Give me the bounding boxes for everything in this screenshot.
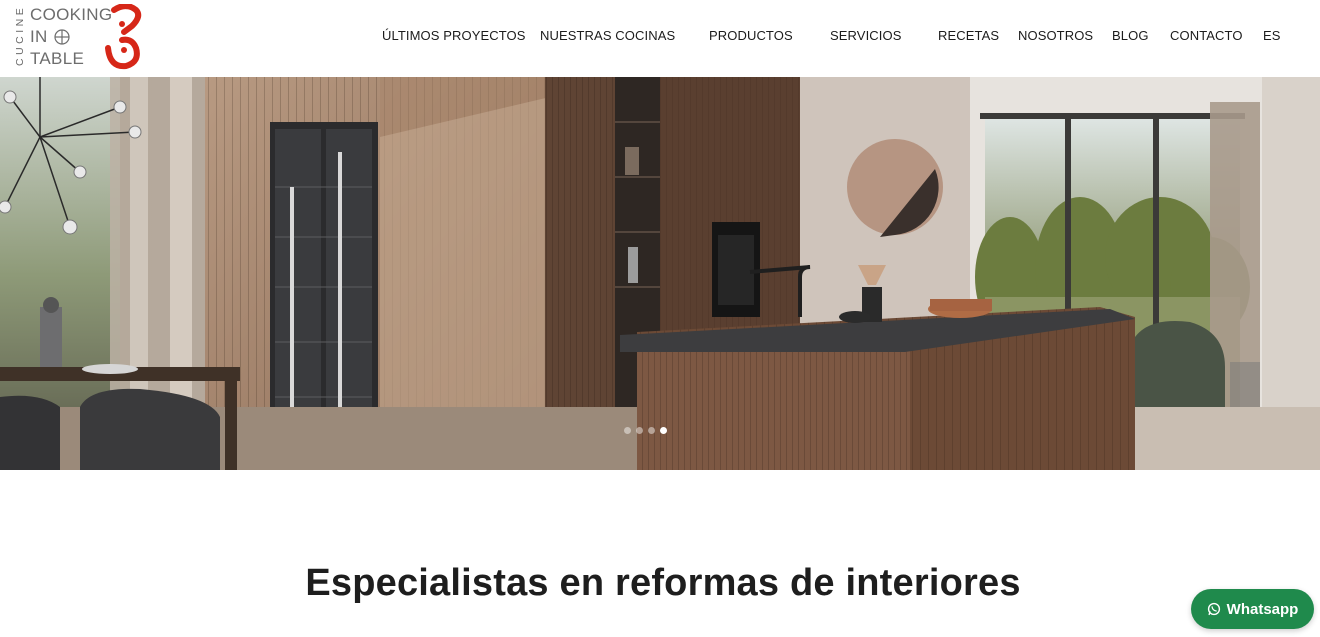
section-title: Especialistas en reformas de interiores <box>305 562 1021 604</box>
hero-slider <box>0 77 1320 470</box>
slider-dots <box>624 427 667 434</box>
slider-dot-3[interactable] <box>648 427 655 434</box>
whatsapp-button[interactable]: Whatsapp <box>1191 589 1314 629</box>
main-nav: ÚLTIMOS PROYECTOS NUESTRAS COCINAS PRODU… <box>0 28 1320 46</box>
slider-dot-4-active[interactable] <box>660 427 667 434</box>
slider-dot-1[interactable] <box>624 427 631 434</box>
nav-nosotros[interactable]: NOSOTROS <box>1018 28 1093 43</box>
nav-contacto[interactable]: CONTACTO <box>1170 28 1243 43</box>
nav-recetas[interactable]: RECETAS <box>938 28 999 43</box>
slider-dot-2[interactable] <box>636 427 643 434</box>
whatsapp-icon <box>1207 602 1220 616</box>
nav-servicios[interactable]: SERVICIOS <box>830 28 901 43</box>
nav-nuestras-cocinas[interactable]: NUESTRAS COCINAS <box>540 28 675 43</box>
nav-productos[interactable]: PRODUCTOS <box>709 28 793 43</box>
nav-blog[interactable]: BLOG <box>1112 28 1149 43</box>
language-selector[interactable]: ES <box>1263 28 1281 43</box>
nav-ultimos-proyectos[interactable]: ÚLTIMOS PROYECTOS <box>382 28 526 43</box>
whatsapp-label: Whatsapp <box>1226 600 1299 618</box>
hero-kitchen-image <box>0 77 1320 470</box>
site-header: CUCINE COOKING IN TABLE ÚLTIMOS PROYECTO… <box>0 0 1320 77</box>
